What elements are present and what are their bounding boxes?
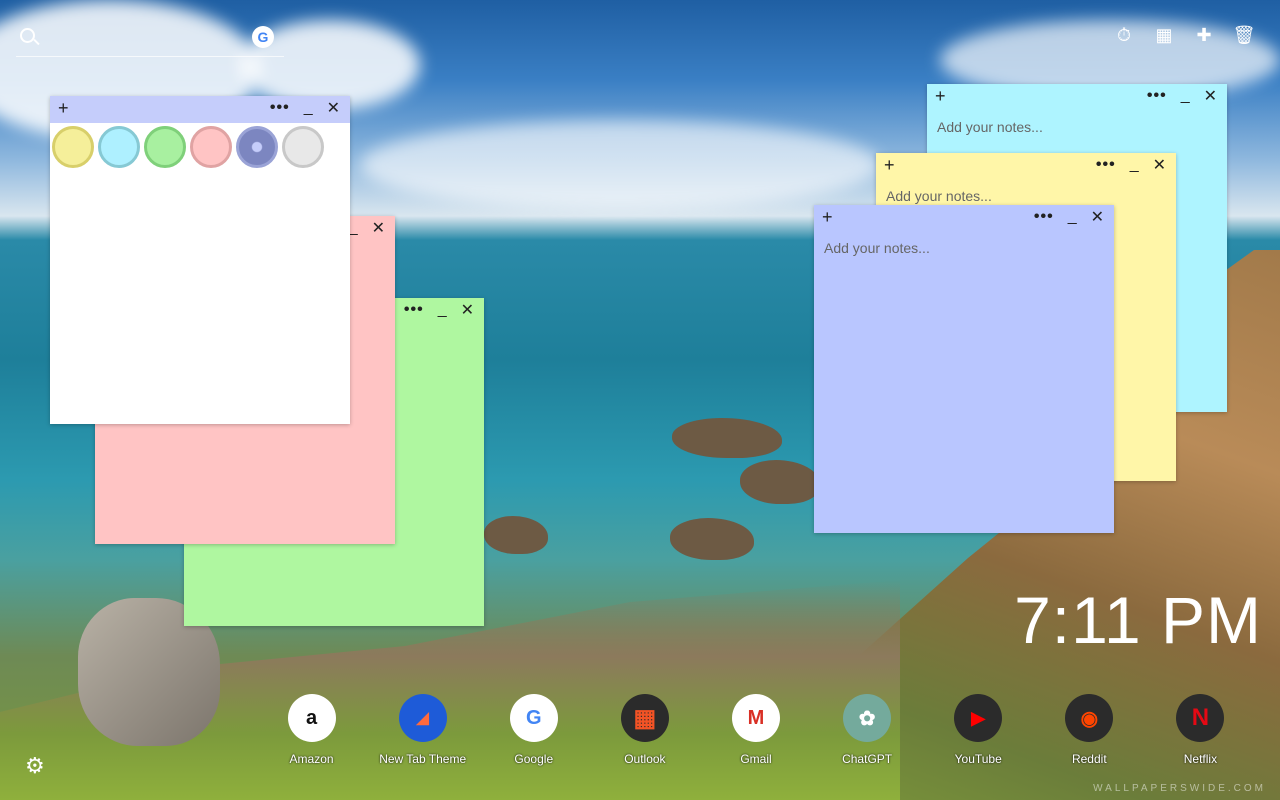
close-icon[interactable]: ✕ xyxy=(1153,155,1166,175)
note-titlebar[interactable]: + ••• _ ✕ xyxy=(876,153,1176,180)
close-icon[interactable]: ✕ xyxy=(372,218,385,238)
timer-icon[interactable]: ⏱ xyxy=(1114,24,1134,46)
close-icon[interactable]: ✕ xyxy=(1091,207,1104,227)
minimize-icon[interactable]: _ xyxy=(1068,208,1077,226)
shortcut-netflix[interactable]: N Netflix xyxy=(1145,694,1256,766)
add-note-icon[interactable]: + xyxy=(884,155,895,176)
shortcut-amazon[interactable]: a Amazon xyxy=(256,694,367,766)
app-shortcut-dock: a Amazon ◢ New Tab Theme G Google ▦ Outl… xyxy=(256,694,1256,766)
note-textarea[interactable] xyxy=(814,232,1114,533)
top-toolbar: ⏱ ▦ ✚ 🗑 xyxy=(1114,24,1256,46)
trash-icon[interactable]: 🗑 xyxy=(1233,24,1256,46)
search-bar: G xyxy=(16,22,284,57)
shortcut-new-tab-theme[interactable]: ◢ New Tab Theme xyxy=(367,694,478,766)
close-icon[interactable]: ✕ xyxy=(461,300,474,320)
color-picker xyxy=(52,126,324,168)
wallpaper-watermark: WALLPAPERSWIDE.COM xyxy=(1093,783,1266,794)
settings-gear-icon[interactable]: ⚙ xyxy=(25,753,47,778)
color-swatch-gray[interactable] xyxy=(282,126,324,168)
close-icon[interactable]: ✕ xyxy=(327,98,340,118)
more-icon[interactable]: ••• xyxy=(270,99,290,117)
shortcut-label: Amazon xyxy=(289,752,334,766)
minimize-icon[interactable]: _ xyxy=(438,301,447,319)
youtube-icon: ▶ xyxy=(954,694,1003,742)
add-note-icon[interactable]: + xyxy=(58,98,69,119)
shortcut-outlook[interactable]: ▦ Outlook xyxy=(589,694,700,766)
chatgpt-icon: ✿ xyxy=(843,694,892,742)
color-swatch-yellow[interactable] xyxy=(52,126,94,168)
shortcut-label: Netflix xyxy=(1183,752,1218,766)
new-tab-theme-icon: ◢ xyxy=(398,694,447,742)
google-icon[interactable]: G xyxy=(252,26,274,48)
shortcut-label: YouTube xyxy=(954,752,1002,766)
color-swatch-cyan[interactable] xyxy=(98,126,140,168)
netflix-icon: N xyxy=(1176,694,1225,742)
shortcut-label: Reddit xyxy=(1071,752,1107,766)
clock: 7:11 PM xyxy=(1014,583,1262,657)
gmail-icon: M xyxy=(731,694,780,742)
color-swatch-blue[interactable] xyxy=(236,126,278,168)
minimize-icon[interactable]: _ xyxy=(304,99,313,117)
add-note-icon[interactable]: + xyxy=(935,86,946,107)
search-icon[interactable] xyxy=(20,28,35,43)
shortcut-label: Google xyxy=(514,752,554,766)
minimize-icon[interactable]: _ xyxy=(1130,156,1139,174)
color-swatch-green[interactable] xyxy=(144,126,186,168)
calculator-icon[interactable]: ▦ xyxy=(1154,24,1174,46)
shortcut-youtube[interactable]: ▶ YouTube xyxy=(923,694,1034,766)
shortcut-label: New Tab Theme xyxy=(379,752,467,766)
color-swatch-pink[interactable] xyxy=(190,126,232,168)
shortcut-label: Outlook xyxy=(624,752,666,766)
new-note-icon[interactable]: ✚ xyxy=(1194,24,1214,46)
reddit-icon: ◉ xyxy=(1065,694,1114,742)
minimize-icon[interactable]: _ xyxy=(1181,87,1190,105)
shortcut-label: Gmail xyxy=(740,752,772,766)
shortcut-reddit[interactable]: ◉ Reddit xyxy=(1034,694,1145,766)
sticky-note-white[interactable]: + ••• _ ✕ xyxy=(50,96,350,424)
shortcut-label: ChatGPT xyxy=(842,752,893,766)
note-titlebar[interactable]: + ••• _ ✕ xyxy=(814,205,1114,232)
minimize-icon[interactable]: _ xyxy=(349,219,358,237)
note-titlebar[interactable]: + ••• _ ✕ xyxy=(927,84,1227,111)
more-icon[interactable]: ••• xyxy=(1147,87,1167,105)
sticky-note-blue[interactable]: + ••• _ ✕ xyxy=(814,205,1114,533)
google-icon: G xyxy=(509,694,558,742)
amazon-icon: a xyxy=(287,694,336,742)
microsoft-icon: ▦ xyxy=(620,694,669,742)
more-icon[interactable]: ••• xyxy=(1034,208,1054,226)
shortcut-gmail[interactable]: M Gmail xyxy=(700,694,811,766)
more-icon[interactable]: ••• xyxy=(404,301,424,319)
close-icon[interactable]: ✕ xyxy=(1204,86,1217,106)
add-note-icon[interactable]: + xyxy=(822,207,833,228)
shortcut-chatgpt[interactable]: ✿ ChatGPT xyxy=(812,694,923,766)
shortcut-google[interactable]: G Google xyxy=(478,694,589,766)
more-icon[interactable]: ••• xyxy=(1096,156,1116,174)
note-titlebar[interactable]: + ••• _ ✕ xyxy=(50,96,350,123)
search-input[interactable] xyxy=(46,26,250,52)
